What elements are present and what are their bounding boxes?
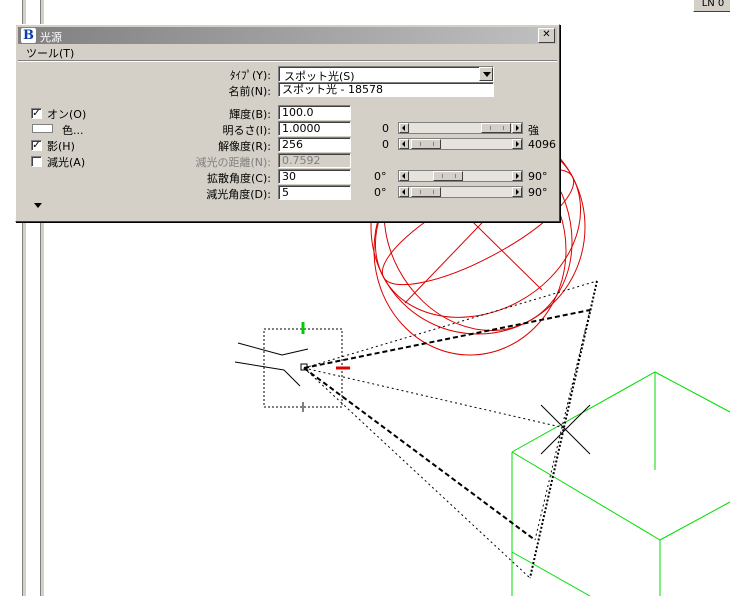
shadow-checkbox[interactable]: ✓	[31, 140, 42, 151]
slider-right-arrow-icon[interactable]	[512, 171, 522, 181]
spread-min-label: 0°	[374, 170, 387, 183]
decay-angle-field[interactable]: 5	[278, 185, 351, 200]
dialog-title: 光源	[40, 31, 62, 44]
decay-min-label: 0°	[374, 186, 387, 199]
resolution-max-label: 4096	[528, 138, 556, 151]
cube-edge-4	[511, 451, 661, 596]
spread-angle-field[interactable]: 30	[278, 169, 351, 184]
on-checkbox[interactable]: ✓	[31, 108, 42, 119]
intensity-label: 明るさ(I):	[222, 124, 271, 137]
intensity-field[interactable]: 1.0000	[278, 121, 351, 136]
slider-thumb[interactable]	[481, 123, 511, 133]
decay-angle-label: 減光角度(D):	[206, 188, 271, 201]
spread-angle-slider[interactable]	[398, 170, 523, 182]
spread-max-label: 90°	[528, 170, 548, 183]
decay-angle-slider[interactable]	[398, 186, 523, 198]
cone-inner-bottom	[303, 367, 536, 541]
light-ray-4	[283, 369, 301, 387]
slider-left-arrow-icon[interactable]	[399, 139, 409, 149]
slider-right-arrow-icon[interactable]	[512, 123, 522, 133]
cone-outer-bottom	[303, 367, 531, 579]
slider-thumb[interactable]	[433, 171, 463, 181]
color-label[interactable]: 色...	[62, 122, 84, 138]
decay-max-label: 90°	[528, 186, 548, 199]
type-select[interactable]: スポット光(S)	[278, 66, 494, 83]
slider-left-arrow-icon[interactable]	[399, 187, 409, 197]
spread-angle-label: 拡散角度(C):	[207, 172, 271, 185]
light-bounding-box	[263, 328, 343, 408]
light-ray-3	[234, 361, 285, 371]
intensity-min-label: 0	[382, 122, 389, 135]
light-dialog: B 光源 ✕ ツール(T) ﾀｲﾌﾟ(Y): スポット光(S) 名前(N): ス…	[15, 24, 560, 222]
slider-right-arrow-icon[interactable]	[512, 139, 522, 149]
light-ray-1	[237, 342, 283, 356]
intensity-slider[interactable]	[398, 122, 523, 134]
app-logo-icon: B	[21, 28, 36, 43]
resolution-label: 解像度(R):	[218, 140, 271, 153]
shadow-label: 影(H)	[47, 140, 75, 153]
falloff-field: 0.7592	[278, 153, 351, 168]
name-label: 名前(N):	[228, 85, 271, 98]
resolution-field[interactable]: 256	[278, 137, 351, 152]
slider-thumb[interactable]	[411, 187, 441, 197]
attenuate-label: 減光(A)	[47, 156, 86, 169]
color-swatch-button[interactable]	[32, 124, 53, 133]
intensity-max-label: 強	[528, 124, 539, 137]
cube-edge-5	[659, 501, 730, 541]
light-source-glyph	[234, 322, 350, 412]
cone-base-inner	[534, 309, 591, 541]
menu-tool[interactable]: ツール(T)	[26, 45, 74, 61]
slider-right-arrow-icon[interactable]	[512, 187, 522, 197]
chevron-down-icon[interactable]	[479, 67, 493, 81]
cone-base-edge	[529, 280, 598, 579]
slider-left-arrow-icon[interactable]	[399, 171, 409, 181]
dialog-menubar: ツール(T)	[18, 44, 557, 61]
attenuate-checkbox[interactable]	[31, 156, 42, 167]
type-label: ﾀｲﾌﾟ(Y):	[229, 69, 271, 82]
cube-edge-6	[511, 551, 591, 596]
menubar-divider	[18, 61, 557, 62]
dialog-titlebar[interactable]: B 光源 ✕	[18, 27, 557, 44]
drawing-viewport[interactable]: LN 0 B 光源 ✕ ツール(T) ﾀｲﾌﾟ(Y): スポット光(S) 名前(…	[0, 0, 730, 596]
cone-outer-top	[303, 280, 598, 369]
light-ray-2	[281, 348, 309, 356]
expand-triangle-icon[interactable]	[34, 203, 42, 208]
resolution-slider[interactable]	[398, 138, 523, 150]
slider-left-arrow-icon[interactable]	[399, 123, 409, 133]
falloff-label: 減光の距離(N):	[195, 156, 271, 169]
resolution-min-label: 0	[382, 138, 389, 151]
close-button[interactable]: ✕	[538, 28, 555, 43]
cube-wireframe	[511, 371, 730, 596]
cube-edge-2	[511, 371, 730, 453]
brightness-label: 輝度(B):	[229, 108, 271, 121]
name-field[interactable]: スポット光 - 18578	[278, 82, 494, 97]
slider-thumb[interactable]	[411, 139, 441, 149]
brightness-field[interactable]: 100.0	[278, 105, 351, 120]
on-label: オン(O)	[47, 108, 87, 121]
